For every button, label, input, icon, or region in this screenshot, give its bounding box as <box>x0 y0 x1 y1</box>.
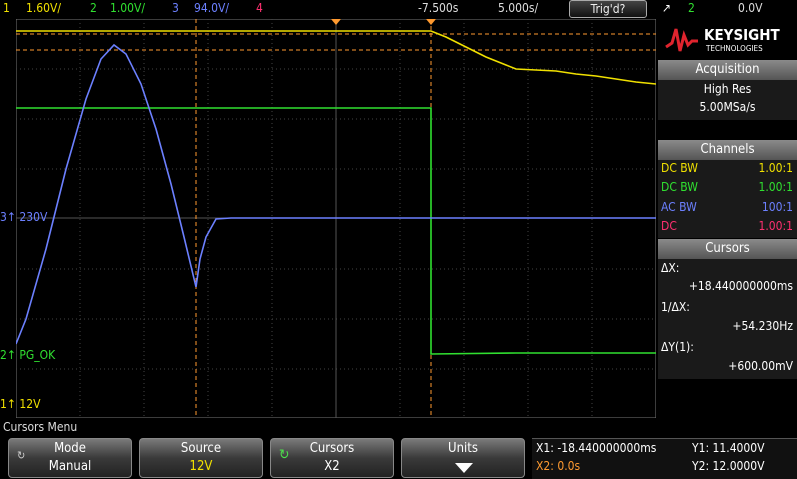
inverse-delta-x-label: 1/ΔX: <box>661 300 690 314</box>
delta-y-value: +600.00mV <box>728 359 793 373</box>
ch3-ground-marker[interactable]: 3↑ 230V <box>0 210 47 224</box>
right-info-panel: KEYSIGHT TECHNOLOGIES Acquisition High R… <box>658 19 797 418</box>
cursors-softkey[interactable]: ↻ Cursors X2 <box>270 438 394 478</box>
y2-readout: Y2: 12.0000V <box>692 459 765 473</box>
cursors-label: Cursors <box>309 441 355 456</box>
trigger-status-button[interactable]: Trig'd? <box>569 0 647 18</box>
mode-value: Manual <box>48 459 92 474</box>
trigger-source[interactable]: 2 <box>688 1 695 15</box>
source-softkey[interactable]: Source 12V <box>139 438 263 478</box>
channels-box: DC BW 1.00:1 DC BW 1.00:1 AC BW 100:1 DC… <box>658 160 797 238</box>
cursors-value: X2 <box>324 459 340 474</box>
ch1-probe: 1.00:1 <box>758 161 793 175</box>
submenu-arrow-icon <box>455 463 473 473</box>
acquisition-mode: High Res <box>703 82 752 96</box>
ch1-scale[interactable]: 1.60V/ <box>26 1 61 15</box>
cursors-header[interactable]: Cursors <box>658 239 797 259</box>
keysight-logo-icon <box>665 28 698 52</box>
inverse-delta-x-value: +54.230Hz <box>732 319 793 333</box>
delta-x-value: +18.440000000ms <box>688 279 793 293</box>
ch2-coupling: DC BW <box>661 180 698 194</box>
source-value: 12V <box>189 459 213 474</box>
ch1-coupling: DC BW <box>661 161 698 175</box>
mode-softkey[interactable]: ↻ Mode Manual <box>8 438 132 478</box>
ch1-number[interactable]: 1 <box>3 1 10 15</box>
channels-header[interactable]: Channels <box>658 140 797 160</box>
ch2-number[interactable]: 2 <box>90 1 97 15</box>
y1-readout: Y1: 11.4000V <box>692 441 765 455</box>
ch2-ground-marker[interactable]: 2↑ PG_OK <box>0 348 55 362</box>
ch4-coupling: DC <box>661 219 677 233</box>
ch3-scale[interactable]: 94.0V/ <box>194 1 229 15</box>
waveform-display[interactable] <box>16 19 656 418</box>
acquisition-rate: 5.00MSa/s <box>699 100 756 114</box>
ch3-probe: 100:1 <box>761 200 793 214</box>
ch3-coupling: AC BW <box>661 200 697 214</box>
units-softkey[interactable]: Units <box>401 438 525 478</box>
brand-subtitle: TECHNOLOGIES <box>706 44 763 53</box>
trigger-edge-icon: ↗ <box>662 1 672 15</box>
brand-name: KEYSIGHT <box>704 26 780 44</box>
ch4-probe: 1.00:1 <box>758 219 793 233</box>
ch2-probe: 1.00:1 <box>758 180 793 194</box>
units-label: Units <box>448 441 478 456</box>
mode-label: Mode <box>54 441 86 456</box>
horizontal-delay[interactable]: -7.500s <box>418 1 458 15</box>
status-bar: 1 1.60V/ 2 1.00V/ 3 94.0V/ 4 -7.500s 5.0… <box>0 0 797 18</box>
delta-y-label: ΔY(1): <box>661 340 694 354</box>
delta-x-label: ΔX: <box>661 261 680 275</box>
source-label: Source <box>180 441 222 456</box>
cursors-box: ΔX: +18.440000000ms 1/ΔX: +54.230Hz ΔY(1… <box>658 259 797 379</box>
menu-title: Cursors Menu <box>3 420 78 434</box>
cursor-readout: X1: -18.440000000ms Y1: 11.4000V X2: 0.0… <box>532 438 797 479</box>
trigger-level[interactable]: 0.0V <box>738 1 763 15</box>
ch1-ground-marker[interactable]: 1↑ 12V <box>0 397 40 411</box>
acquisition-header[interactable]: Acquisition <box>658 60 797 80</box>
acquisition-box: High Res 5.00MSa/s <box>658 80 797 120</box>
x1-readout: X1: -18.440000000ms <box>536 441 657 455</box>
ch2-scale[interactable]: 1.00V/ <box>110 1 145 15</box>
ch4-number[interactable]: 4 <box>256 1 263 15</box>
timebase-scale[interactable]: 5.000s/ <box>498 1 538 15</box>
x2-readout: X2: 0.0s <box>536 459 581 473</box>
ch3-number[interactable]: 3 <box>172 1 179 15</box>
